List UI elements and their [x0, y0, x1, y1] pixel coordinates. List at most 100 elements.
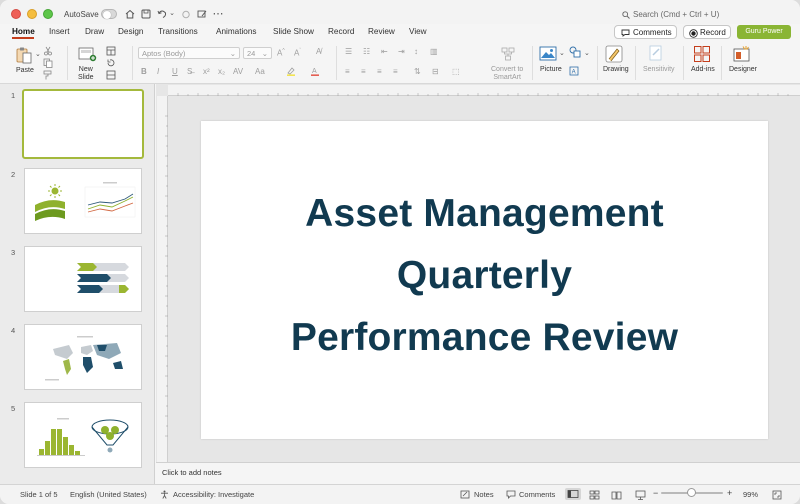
increase-font-icon[interactable]: A^: [277, 48, 285, 58]
home-icon[interactable]: [124, 8, 136, 20]
shapes-dropdown-icon[interactable]: ⌄: [584, 49, 590, 57]
zoom-window-button[interactable]: [43, 9, 53, 19]
zoom-level[interactable]: 99%: [743, 490, 758, 499]
clear-formatting-icon[interactable]: A̸: [316, 47, 321, 56]
search-field[interactable]: Search (Cmd + Ctrl + U): [622, 8, 742, 21]
strikethrough-icon[interactable]: S̶: [187, 67, 192, 76]
picture-label: Picture: [540, 66, 562, 73]
redo-icon[interactable]: [180, 8, 192, 20]
paste-icon[interactable]: [14, 45, 34, 65]
zoom-slider-thumb[interactable]: [687, 488, 696, 497]
accessibility-status[interactable]: Accessibility: Investigate: [173, 490, 254, 499]
vertical-ruler[interactable]: [157, 96, 168, 462]
text-box-icon[interactable]: ⬚: [452, 67, 460, 76]
designer-icon[interactable]: [733, 45, 751, 65]
undo-icon[interactable]: [156, 8, 168, 20]
save-icon[interactable]: [140, 8, 152, 20]
customize-icon[interactable]: [196, 8, 208, 20]
more-icon[interactable]: ⋯: [212, 8, 224, 20]
accessibility-icon[interactable]: [160, 490, 169, 500]
bold-icon[interactable]: B: [141, 67, 147, 76]
zoom-out-icon[interactable]: −: [653, 488, 658, 498]
comments-toggle[interactable]: Comments: [519, 490, 555, 499]
character-spacing-icon[interactable]: AV: [233, 67, 243, 76]
record-button[interactable]: Record: [683, 25, 731, 39]
highlight-icon[interactable]: [286, 66, 296, 78]
normal-view-button[interactable]: [565, 488, 581, 500]
slide-thumbnail-5[interactable]: [24, 402, 142, 468]
picture-icon[interactable]: [539, 46, 557, 63]
increase-indent-icon[interactable]: ⇥: [398, 47, 405, 56]
format-painter-icon[interactable]: [43, 70, 53, 82]
text-box-insert-icon[interactable]: A: [569, 66, 579, 78]
guru-power-button[interactable]: Guru Power: [737, 25, 791, 39]
new-slide-icon[interactable]: [77, 45, 97, 65]
font-name-dropdown[interactable]: Aptos (Body) ⌄: [138, 47, 240, 59]
justify-icon[interactable]: ≡: [393, 67, 398, 76]
numbering-icon[interactable]: ☷: [363, 47, 370, 56]
superscript-icon[interactable]: x²: [203, 67, 210, 76]
decrease-indent-icon[interactable]: ⇤: [381, 47, 388, 56]
bullets-icon[interactable]: ☰: [345, 47, 352, 56]
italic-icon[interactable]: I: [157, 67, 159, 76]
align-right-icon[interactable]: ≡: [377, 67, 382, 76]
paste-dropdown-icon[interactable]: ⌄: [35, 50, 41, 58]
align-left-icon[interactable]: ≡: [345, 67, 350, 76]
sensitivity-icon[interactable]: [648, 45, 664, 65]
notes-toggle[interactable]: Notes: [474, 490, 494, 499]
notes-pane[interactable]: Click to add notes: [156, 462, 800, 483]
tab-review[interactable]: Review: [368, 26, 395, 38]
smartart-icon[interactable]: [500, 46, 516, 64]
slide-show-icon[interactable]: [635, 490, 646, 502]
tab-transitions[interactable]: Transitions: [158, 26, 198, 38]
tab-view[interactable]: View: [409, 26, 427, 38]
fit-to-window-icon[interactable]: [772, 490, 782, 502]
subscript-icon[interactable]: x₂: [218, 67, 225, 76]
reset-icon[interactable]: [106, 58, 116, 70]
add-ins-icon[interactable]: [693, 45, 711, 65]
section-icon[interactable]: [106, 70, 116, 82]
align-text-icon[interactable]: ⊟: [432, 67, 439, 76]
cut-icon[interactable]: [43, 46, 53, 58]
text-direction-icon[interactable]: ⇅: [414, 67, 421, 76]
line-spacing-icon[interactable]: ↕: [414, 47, 418, 56]
copy-icon[interactable]: [43, 58, 53, 70]
tab-design[interactable]: Design: [118, 26, 144, 38]
underline-icon[interactable]: U: [172, 67, 178, 76]
decrease-font-icon[interactable]: Aˇ: [294, 48, 301, 58]
notes-icon[interactable]: [460, 490, 470, 500]
align-center-icon[interactable]: ≡: [361, 67, 366, 76]
layout-icon[interactable]: [106, 46, 116, 58]
autosave-toggle[interactable]: [101, 9, 117, 19]
picture-dropdown-icon[interactable]: ⌄: [559, 49, 565, 57]
minimize-window-button[interactable]: [27, 9, 37, 19]
zoom-in-icon[interactable]: +: [727, 488, 732, 498]
slide-thumbnail-2[interactable]: [24, 168, 142, 234]
tab-slide-show[interactable]: Slide Show: [273, 26, 314, 38]
reading-view-icon[interactable]: [611, 490, 622, 502]
tab-insert[interactable]: Insert: [49, 26, 69, 38]
slide-sorter-icon[interactable]: [589, 490, 600, 502]
undo-dropdown-icon[interactable]: ⌄: [168, 8, 176, 20]
drawing-icon[interactable]: [605, 45, 623, 65]
columns-icon[interactable]: ▥: [430, 47, 438, 56]
shapes-icon[interactable]: [569, 46, 581, 60]
change-case-icon[interactable]: Aa: [255, 67, 265, 76]
slide-thumbnail-4[interactable]: [24, 324, 142, 390]
font-size-dropdown[interactable]: 24 ⌄: [243, 47, 272, 59]
convert-smartart-label: Convert to SmartArt: [491, 66, 524, 81]
comments-button[interactable]: Comments: [614, 25, 677, 39]
font-color-icon[interactable]: A: [310, 66, 320, 78]
slide-title-textbox[interactable]: Asset Management Quarterly Performance R…: [201, 183, 768, 369]
tab-animations[interactable]: Animations: [216, 26, 257, 38]
close-window-button[interactable]: [11, 9, 21, 19]
tab-record[interactable]: Record: [328, 26, 354, 38]
slide-thumbnail-1[interactable]: [22, 89, 144, 159]
comments-icon[interactable]: [506, 490, 516, 500]
slide-thumbnail-3[interactable]: [24, 246, 142, 312]
tab-draw[interactable]: Draw: [85, 26, 104, 38]
normal-view-icon: [567, 490, 579, 498]
current-slide[interactable]: Asset Management Quarterly Performance R…: [201, 121, 768, 439]
horizontal-ruler[interactable]: [168, 85, 800, 96]
language-status[interactable]: English (United States): [70, 490, 147, 499]
